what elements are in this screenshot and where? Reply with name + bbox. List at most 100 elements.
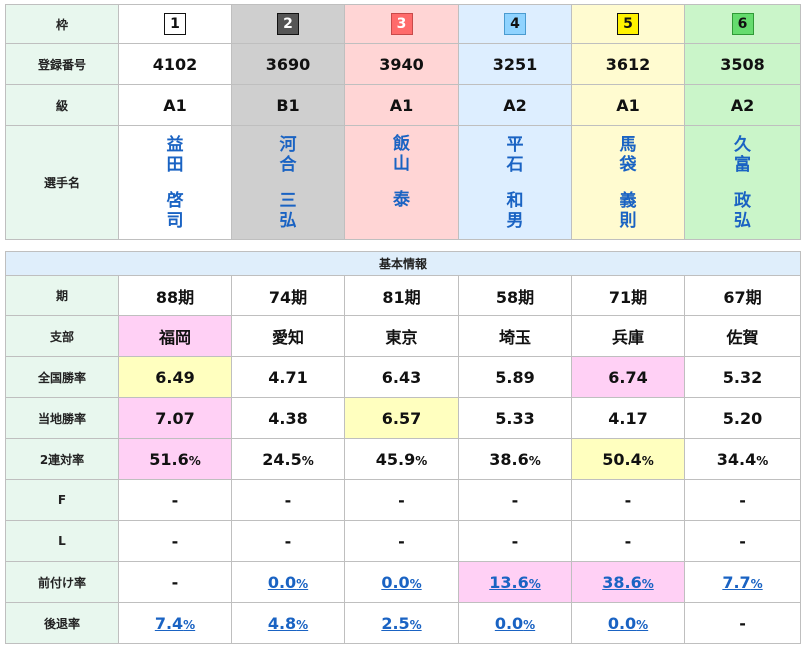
racer-name-cell: 久 富 政 弘: [684, 125, 801, 240]
percent-unit: %: [409, 576, 422, 591]
frame-badge: 4: [504, 13, 526, 35]
rate-number: 13.6: [489, 572, 529, 592]
local-rate: 5.20: [683, 397, 802, 439]
term-value: 71期: [571, 275, 685, 316]
percent-unit: %: [296, 576, 309, 591]
quinella-rate: 38.6%: [458, 438, 572, 480]
rate-number: 0.0: [607, 613, 637, 633]
l-value: -: [344, 520, 459, 562]
char: 弘: [734, 210, 751, 231]
char: 則: [619, 210, 637, 231]
racer-name-cell: 平 石 和 男: [458, 125, 572, 240]
national-rate: 5.89: [458, 356, 572, 398]
local-rate: 4.38: [231, 397, 345, 439]
racer-name-cell: 益 田 啓 司: [118, 125, 232, 240]
char: 久: [734, 134, 751, 155]
term-value: 74期: [231, 275, 345, 316]
name-label: 選手名: [5, 125, 119, 240]
racer-name-link[interactable]: 久 富 政 弘: [685, 135, 800, 231]
reg-number: 3612: [571, 43, 685, 85]
percent-unit: %: [750, 576, 763, 591]
percent-unit: %: [415, 453, 428, 468]
fore-rate: 0.0%: [344, 561, 459, 603]
back-rate: 4.8%: [231, 602, 345, 644]
frame-cell-2: 2: [231, 4, 345, 44]
local-rate: 5.33: [458, 397, 572, 439]
national-rate-row: 全国勝率 6.49 4.71 6.43 5.89 6.74 5.32: [5, 356, 802, 398]
percent-unit: %: [528, 576, 541, 591]
rate-number: 0.0: [267, 572, 297, 592]
fore-rate-link[interactable]: 7.7%: [722, 573, 762, 592]
frame-cell-5: 5: [571, 4, 685, 44]
back-rate-link[interactable]: 7.4%: [155, 614, 195, 633]
racer-class: A1: [118, 84, 232, 126]
f-row: F - - - - - -: [5, 479, 802, 521]
branch-row: 支部 福岡 愛知 東京 埼玉 兵庫 佐賀: [5, 315, 802, 357]
fore-rate: 7.7%: [683, 561, 802, 603]
back-rate: -: [683, 602, 802, 644]
fore-rate: 38.6%: [571, 561, 685, 603]
back-rate-link[interactable]: 4.8%: [268, 614, 308, 633]
racer-name-link[interactable]: 平 石 和 男: [459, 135, 571, 231]
term-value: 67期: [683, 275, 802, 316]
char: 義: [619, 190, 637, 211]
back-rate-link[interactable]: 0.0%: [608, 614, 648, 633]
quinella-rate-row: 2連対率 51.6% 24.5% 45.9% 38.6% 50.4% 34.4%: [5, 438, 802, 480]
rate-number: 7.7: [722, 572, 751, 592]
percent-unit: %: [409, 617, 422, 632]
back-rate: 2.5%: [344, 602, 459, 644]
percent-unit: %: [183, 617, 196, 632]
rate-number: 24.5: [262, 449, 302, 469]
reg-label: 登録番号: [5, 43, 119, 85]
fore-rate-link[interactable]: 13.6%: [489, 573, 541, 592]
fore-rate-link[interactable]: 0.0%: [268, 573, 308, 592]
f-value: -: [344, 479, 459, 521]
national-rate: 6.74: [571, 356, 685, 398]
l-value: -: [118, 520, 232, 562]
term-label: 期: [5, 275, 119, 316]
percent-unit: %: [636, 617, 649, 632]
fore-rate: 13.6%: [458, 561, 572, 603]
char: 石: [506, 154, 524, 175]
frame-cell-4: 4: [458, 4, 572, 44]
branch-value: 愛知: [231, 315, 345, 357]
class-row: 級 A1 B1 A1 A2 A1 A2: [5, 84, 801, 126]
class-label: 級: [5, 84, 119, 126]
racer-comparison-page: 枠 1 2 3 4 5 6 登録番号 4102 3690 3940 3251 3…: [0, 0, 803, 649]
back-rate: 7.4%: [118, 602, 232, 644]
rate-number: 34.4: [716, 449, 757, 469]
national-rate: 4.71: [231, 356, 345, 398]
l-value: -: [571, 520, 685, 562]
fore-rate-label: 前付け率: [5, 561, 119, 603]
l-label: L: [5, 520, 119, 562]
racer-name-link[interactable]: 飯 山 泰: [345, 134, 458, 210]
local-rate-row: 当地勝率 7.07 4.38 6.57 5.33 4.17 5.20: [5, 397, 802, 439]
percent-unit: %: [756, 453, 769, 468]
branch-value: 福岡: [118, 315, 232, 357]
term-value: 81期: [344, 275, 459, 316]
racer-name-link[interactable]: 河 合 三 弘: [232, 135, 344, 231]
l-value: -: [683, 520, 802, 562]
back-rate-link[interactable]: 0.0%: [495, 614, 535, 633]
f-label: F: [5, 479, 119, 521]
racer-name-link[interactable]: 益 田 啓 司: [119, 135, 231, 231]
local-rate: 4.17: [571, 397, 685, 439]
quinella-rate: 34.4%: [683, 438, 802, 480]
fore-rate-link[interactable]: 38.6%: [602, 573, 654, 592]
reg-number: 3251: [458, 43, 572, 85]
back-rate: 0.0%: [571, 602, 685, 644]
back-rate: 0.0%: [458, 602, 572, 644]
frame-badge: 6: [731, 13, 754, 35]
fore-rate-link[interactable]: 0.0%: [381, 573, 421, 592]
rate-number: 38.6: [602, 572, 642, 592]
f-value: -: [231, 479, 345, 521]
quinella-rate: 45.9%: [344, 438, 459, 480]
racer-table: 枠 1 2 3 4 5 6 登録番号 4102 3690 3940 3251 3…: [5, 4, 801, 240]
f-value: -: [571, 479, 685, 521]
percent-unit: %: [188, 453, 201, 468]
back-rate-link[interactable]: 2.5%: [381, 614, 421, 633]
char: 司: [166, 210, 184, 231]
racer-name-link[interactable]: 馬 袋 義 則: [572, 135, 684, 231]
frame-badge: 1: [164, 13, 186, 35]
percent-unit: %: [641, 576, 654, 591]
